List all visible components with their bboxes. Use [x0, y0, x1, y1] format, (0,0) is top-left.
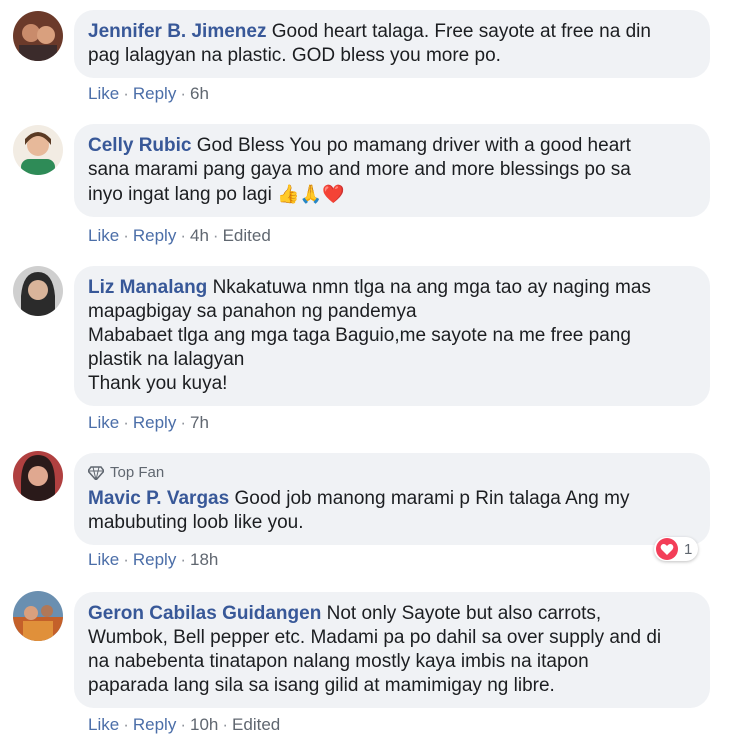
comment-actions: Like · Reply · 4h · Edited	[88, 226, 271, 245]
avatar[interactable]	[13, 591, 63, 641]
comment-bubble: Top Fan Mavic P. Vargas Good job manong …	[74, 453, 710, 545]
comment-text: Good heart talaga. Free sayote at free n…	[271, 21, 651, 42]
comment-bubble: Celly Rubic God Bless You po mamang driv…	[74, 124, 710, 217]
comment-text-last: inyo ingat lang po lagi 👍🙏❤️	[88, 182, 696, 207]
avatar[interactable]	[13, 11, 63, 61]
comment-text: na nabebenta tinatapon nalang mostly kay…	[88, 651, 589, 672]
comment-text: Thank you kuya!	[88, 373, 228, 394]
comment-text: Good job manong marami p Rin talaga Ang …	[234, 488, 630, 509]
comment-actions: Like · Reply · 10h · Edited	[88, 715, 281, 734]
top-fan-badge: Top Fan	[88, 461, 696, 485]
comment-author[interactable]: Liz Manalang	[88, 277, 207, 298]
thumbs-up-icon: 👍	[277, 184, 300, 204]
top-fan-label: Top Fan	[110, 464, 165, 481]
reply-link[interactable]: Reply	[133, 550, 176, 569]
like-link[interactable]: Like	[88, 715, 119, 734]
comment-bubble: Liz Manalang Nkakatuwa nmn tlga na ang m…	[74, 266, 710, 406]
timestamp[interactable]: 7h	[190, 413, 209, 432]
comment-text: plastik na lalagyan	[88, 349, 245, 370]
comment-text: paparada lang sila sa isang gilid at mam…	[88, 675, 555, 696]
like-link[interactable]: Like	[88, 413, 119, 432]
avatar[interactable]	[13, 451, 63, 501]
comment-author[interactable]: Mavic P. Vargas	[88, 488, 229, 509]
comment-bubble: Geron Cabilas Guidangen Not only Sayote …	[74, 592, 710, 708]
edited-label[interactable]: Edited	[232, 715, 280, 734]
timestamp[interactable]: 18h	[190, 550, 218, 569]
comment-text: pag lalagyan na plastic. GOD bless you m…	[88, 45, 501, 66]
timestamp[interactable]: 4h	[190, 226, 209, 245]
comment-actions: Like · Reply · 6h	[88, 84, 209, 103]
comment-text: inyo ingat lang po lagi	[88, 184, 272, 205]
comment-author[interactable]: Jennifer B. Jimenez	[88, 21, 266, 42]
edited-label[interactable]: Edited	[223, 226, 271, 245]
comment-author[interactable]: Celly Rubic	[88, 135, 191, 156]
comment-text: Mababaet tlga ang mga taga Baguio,me say…	[88, 325, 631, 346]
comment-text: mabubuting loob like you.	[88, 512, 304, 533]
avatar[interactable]	[13, 125, 63, 175]
comment-text: God Bless You po mamang driver with a go…	[196, 135, 631, 156]
comment-author[interactable]: Geron Cabilas Guidangen	[88, 603, 321, 624]
reply-link[interactable]: Reply	[133, 413, 176, 432]
like-link[interactable]: Like	[88, 84, 119, 103]
comment-text: Nkakatuwa nmn tlga na ang mga tao ay nag…	[212, 277, 651, 298]
avatar[interactable]	[13, 266, 63, 316]
comment-bubble: Jennifer B. Jimenez Good heart talaga. F…	[74, 10, 710, 78]
heart-reaction-icon	[656, 538, 678, 560]
timestamp[interactable]: 10h	[190, 715, 218, 734]
diamond-icon	[88, 466, 104, 480]
like-link[interactable]: Like	[88, 226, 119, 245]
reply-link[interactable]: Reply	[133, 84, 176, 103]
comment-text: mapagbigay sa panahon ng pandemya	[88, 301, 417, 322]
comment-text: sana marami pang gaya mo and more and mo…	[88, 159, 631, 180]
pray-icon: 🙏	[299, 184, 322, 204]
comment-text: Wumbok, Bell pepper etc. Madami pa po da…	[88, 627, 662, 648]
timestamp[interactable]: 6h	[190, 84, 209, 103]
reaction-count: 1	[684, 540, 693, 558]
comment-text: Not only Sayote but also carrots,	[326, 603, 602, 624]
comment-actions: Like · Reply · 18h	[88, 550, 219, 569]
comment-actions: Like · Reply · 7h	[88, 413, 209, 432]
reply-link[interactable]: Reply	[133, 226, 176, 245]
reply-link[interactable]: Reply	[133, 715, 176, 734]
heart-icon: ❤️	[321, 184, 345, 204]
like-link[interactable]: Like	[88, 550, 119, 569]
reaction-count-badge[interactable]: 1	[654, 537, 699, 561]
